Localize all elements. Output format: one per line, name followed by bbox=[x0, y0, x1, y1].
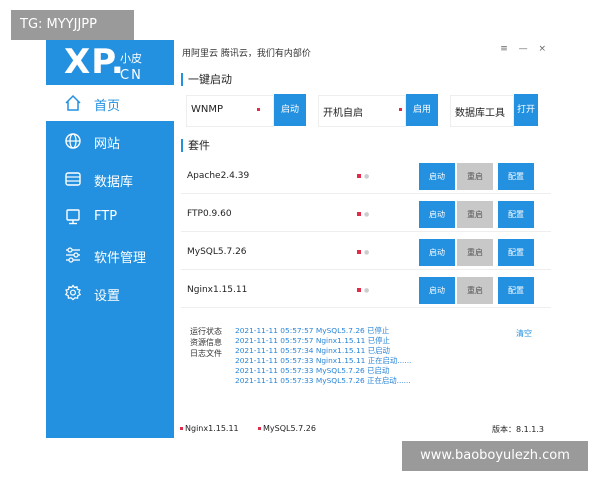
start-button[interactable]: 启动 bbox=[419, 163, 455, 190]
status-indicator bbox=[357, 288, 361, 292]
start-button[interactable]: 启动 bbox=[419, 277, 455, 304]
restart-button[interactable]: 重启 bbox=[457, 201, 493, 228]
status-item-label: Nginx1.15.11 bbox=[185, 424, 239, 433]
start-button[interactable]: 启动 bbox=[419, 201, 455, 228]
sidebar-item-software[interactable]: 软件管理 bbox=[46, 237, 174, 273]
status-indicator bbox=[180, 427, 183, 430]
status-bar: Nginx1.15.11 MySQL5.7.26 版本：8.1.1.3 bbox=[174, 420, 554, 438]
status-indicator-dim: ● bbox=[364, 211, 370, 218]
status-item-label: MySQL5.7.26 bbox=[263, 424, 316, 433]
gear-icon bbox=[64, 284, 82, 302]
status-indicator bbox=[399, 108, 402, 111]
sidebar-item-label: 软件管理 bbox=[94, 251, 147, 266]
status-indicator-dim: ● bbox=[364, 287, 370, 294]
status-indicator bbox=[357, 250, 361, 254]
log-line: 2021-11-11 05:57:33 MySQL5.7.26 正在启动....… bbox=[235, 376, 411, 385]
window-controls[interactable]: ≡ — × bbox=[500, 44, 550, 54]
app-window: XP. 小皮 CN 首页 网站 数据库 FTP 软件管理 设置 用阿里云 腾讯云… bbox=[46, 40, 554, 438]
sidebar-item-settings[interactable]: 设置 bbox=[46, 275, 174, 311]
suite-name: Apache2.4.39 bbox=[187, 171, 250, 181]
logo-brand: XP. bbox=[64, 42, 125, 82]
quick-start-title: 一键启动 bbox=[181, 73, 232, 86]
logo-sub-top: 小皮 bbox=[120, 52, 142, 65]
table-row: Nginx1.15.11 ● 启动 重启 配置 bbox=[181, 275, 551, 308]
sidebar-item-label: 设置 bbox=[94, 289, 121, 304]
status-indicator bbox=[257, 108, 260, 111]
sidebar-item-database[interactable]: 数据库 bbox=[46, 161, 174, 197]
sidebar: XP. 小皮 CN 首页 网站 数据库 FTP 软件管理 设置 bbox=[46, 40, 174, 438]
restart-button[interactable]: 重启 bbox=[457, 239, 493, 266]
tab-run-status[interactable]: 运行状态 bbox=[190, 326, 222, 337]
quick-item-wnmp: WNMP bbox=[186, 95, 274, 127]
sliders-icon bbox=[64, 246, 82, 264]
quick-item-label: 数据库工具 bbox=[455, 108, 505, 119]
logo-sub-bottom: CN bbox=[120, 68, 143, 83]
start-button[interactable]: 启动 bbox=[419, 239, 455, 266]
home-icon bbox=[64, 94, 82, 112]
config-button[interactable]: 配置 bbox=[498, 277, 534, 304]
log-tabs: 运行状态 资源信息 日志文件 bbox=[190, 326, 222, 359]
status-indicator-dim: ● bbox=[364, 173, 370, 180]
database-icon bbox=[64, 170, 82, 188]
sidebar-item-label: 首页 bbox=[94, 99, 121, 114]
log-line: 2021-11-11 05:57:33 MySQL5.7.26 已启动 bbox=[235, 366, 390, 375]
status-indicator bbox=[357, 174, 361, 178]
log-output: 2021-11-11 05:57:57 MySQL5.7.26 已停止 2021… bbox=[235, 326, 411, 386]
quick-item-autostart: 开机自启 bbox=[318, 95, 406, 127]
restart-button[interactable]: 重启 bbox=[457, 277, 493, 304]
autostart-enable-button[interactable]: 启用 bbox=[406, 94, 438, 126]
table-row: Apache2.4.39 ● 启动 重启 配置 bbox=[181, 161, 551, 194]
config-button[interactable]: 配置 bbox=[498, 163, 534, 190]
status-indicator-dim: ● bbox=[364, 249, 370, 256]
sidebar-item-label: 网站 bbox=[94, 137, 121, 152]
watermark-bottom-right: www.baoboyulezh.com bbox=[402, 441, 588, 471]
status-indicator bbox=[357, 212, 361, 216]
log-line: 2021-11-11 05:57:34 Nginx1.15.11 已启动 bbox=[235, 346, 390, 355]
log-line: 2021-11-11 05:57:57 MySQL5.7.26 已停止 bbox=[235, 326, 390, 335]
tab-resource-info[interactable]: 资源信息 bbox=[190, 337, 222, 348]
quick-item-label: WNMP bbox=[191, 104, 224, 115]
logo: XP. 小皮 CN bbox=[60, 42, 172, 86]
log-line: 2021-11-11 05:57:33 Nginx1.15.11 正在启动...… bbox=[235, 356, 412, 365]
watermark-top-left: TG: MYYJJPP bbox=[11, 10, 134, 40]
window-title[interactable]: 用阿里云 腾讯云，我们有内部价 bbox=[182, 46, 311, 59]
suite-name: MySQL5.7.26 bbox=[187, 247, 247, 257]
status-indicator bbox=[258, 427, 261, 430]
config-button[interactable]: 配置 bbox=[498, 239, 534, 266]
sidebar-item-home[interactable]: 首页 bbox=[46, 85, 174, 121]
status-nginx: Nginx1.15.11 bbox=[180, 424, 239, 433]
suite-name: FTP0.9.60 bbox=[187, 209, 232, 219]
sidebar-item-ftp[interactable]: FTP bbox=[46, 199, 174, 235]
monitor-icon bbox=[64, 208, 82, 226]
wnmp-start-button[interactable]: 启动 bbox=[274, 94, 306, 126]
config-button[interactable]: 配置 bbox=[498, 201, 534, 228]
quick-item-label: 开机自启 bbox=[323, 108, 363, 119]
quick-item-db-tool: 数据库工具 bbox=[450, 95, 514, 127]
table-row: FTP0.9.60 ● 启动 重启 配置 bbox=[181, 199, 551, 232]
version-label: 版本：8.1.1.3 bbox=[492, 425, 544, 434]
suite-name: Nginx1.15.11 bbox=[187, 285, 248, 295]
restart-button[interactable]: 重启 bbox=[457, 163, 493, 190]
suite-title: 套件 bbox=[181, 139, 210, 152]
db-tool-open-button[interactable]: 打开 bbox=[514, 94, 538, 126]
table-row: MySQL5.7.26 ● 启动 重启 配置 bbox=[181, 237, 551, 270]
sidebar-item-label: 数据库 bbox=[94, 175, 134, 190]
log-line: 2021-11-11 05:57:57 Nginx1.15.11 已停止 bbox=[235, 336, 390, 345]
globe-icon bbox=[64, 132, 82, 150]
title-bar: 用阿里云 腾讯云，我们有内部价 ≡ — × bbox=[174, 40, 554, 62]
status-mysql: MySQL5.7.26 bbox=[258, 424, 316, 433]
clear-log-button[interactable]: 清空 bbox=[516, 328, 532, 339]
sidebar-item-websites[interactable]: 网站 bbox=[46, 123, 174, 159]
sidebar-item-label: FTP bbox=[94, 209, 118, 224]
tab-log-files[interactable]: 日志文件 bbox=[190, 348, 222, 359]
